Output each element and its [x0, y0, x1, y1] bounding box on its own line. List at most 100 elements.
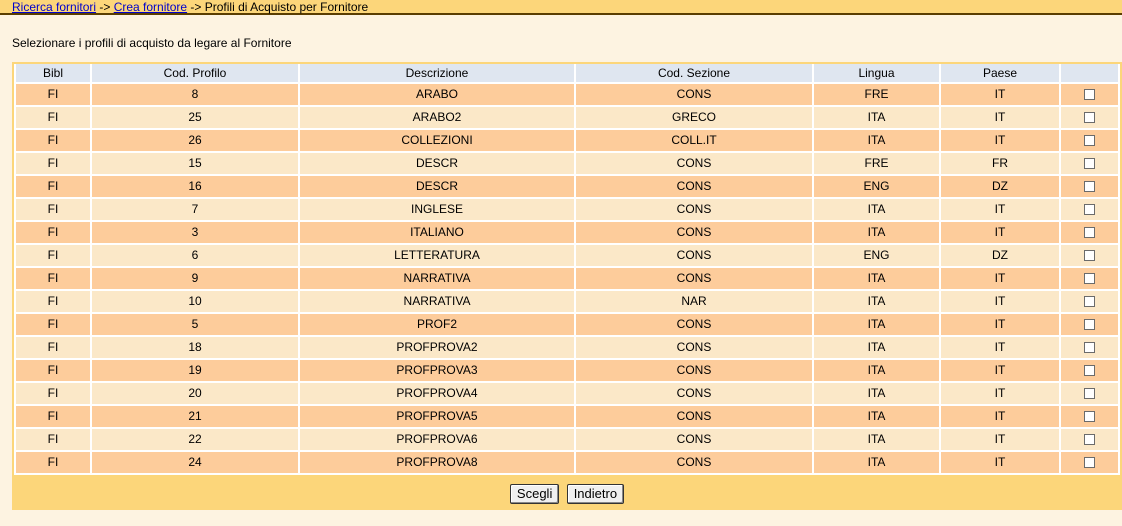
breadcrumb: Ricerca fornitori -> Crea fornitore -> P…: [0, 0, 1122, 15]
table-row: FI 24 PROFPROVA8 CONS ITA IT: [16, 452, 1118, 475]
select-checkbox[interactable]: [1084, 158, 1095, 170]
cell-bibl: FI: [16, 429, 90, 452]
select-checkbox[interactable]: [1084, 181, 1095, 193]
cell-lingua: ITA: [814, 199, 939, 222]
cell-paese: IT: [941, 130, 1059, 153]
cell-descrizione: PROFPROVA4: [300, 383, 574, 406]
cell-lingua: ITA: [814, 337, 939, 360]
profiles-table: Bibl Cod. Profilo Descrizione Cod. Sezio…: [14, 64, 1120, 475]
cell-lingua: ITA: [814, 429, 939, 452]
cell-paese: IT: [941, 84, 1059, 107]
cell-select: [1061, 406, 1118, 429]
cell-cod-sezione: CONS: [576, 429, 812, 452]
cell-cod-sezione: COLL.IT: [576, 130, 812, 153]
cell-cod-profilo: 8: [92, 84, 298, 107]
cell-bibl: FI: [16, 176, 90, 199]
cell-paese: DZ: [941, 245, 1059, 268]
indietro-button[interactable]: Indietro: [566, 484, 625, 504]
cell-lingua: ITA: [814, 383, 939, 406]
cell-cod-profilo: 7: [92, 199, 298, 222]
scegli-button[interactable]: Scegli: [509, 484, 560, 504]
table-row: FI 20 PROFPROVA4 CONS ITA IT: [16, 383, 1118, 406]
cell-descrizione: PROF2: [300, 314, 574, 337]
cell-cod-sezione: CONS: [576, 406, 812, 429]
cell-cod-profilo: 26: [92, 130, 298, 153]
cell-lingua: ITA: [814, 291, 939, 314]
cell-cod-sezione: CONS: [576, 314, 812, 337]
cell-lingua: ITA: [814, 406, 939, 429]
instruction-text: Selezionare i profili di acquisto da leg…: [12, 36, 292, 50]
cell-lingua: ITA: [814, 268, 939, 291]
table-row: FI 3 ITALIANO CONS ITA IT: [16, 222, 1118, 245]
select-checkbox[interactable]: [1084, 250, 1095, 262]
select-checkbox[interactable]: [1084, 227, 1095, 239]
cell-cod-profilo: 22: [92, 429, 298, 452]
cell-select: [1061, 383, 1118, 406]
table-row: FI 18 PROFPROVA2 CONS ITA IT: [16, 337, 1118, 360]
table-header-row: Bibl Cod. Profilo Descrizione Cod. Sezio…: [16, 64, 1118, 84]
cell-cod-profilo: 20: [92, 383, 298, 406]
cell-select: [1061, 130, 1118, 153]
cell-paese: IT: [941, 107, 1059, 130]
cell-paese: IT: [941, 314, 1059, 337]
column-header-descrizione: Descrizione: [300, 64, 574, 84]
cell-paese: FR: [941, 153, 1059, 176]
cell-cod-profilo: 19: [92, 360, 298, 383]
breadcrumb-link-ricerca-fornitori[interactable]: Ricerca fornitori: [12, 0, 96, 14]
cell-cod-sezione: CONS: [576, 84, 812, 107]
cell-cod-profilo: 3: [92, 222, 298, 245]
cell-bibl: FI: [16, 452, 90, 475]
cell-cod-sezione: CONS: [576, 268, 812, 291]
cell-paese: DZ: [941, 176, 1059, 199]
cell-bibl: FI: [16, 153, 90, 176]
cell-cod-sezione: CONS: [576, 245, 812, 268]
cell-descrizione: NARRATIVA: [300, 291, 574, 314]
cell-bibl: FI: [16, 199, 90, 222]
cell-bibl: FI: [16, 406, 90, 429]
table-row: FI 19 PROFPROVA3 CONS ITA IT: [16, 360, 1118, 383]
select-checkbox[interactable]: [1084, 434, 1095, 446]
select-checkbox[interactable]: [1084, 89, 1095, 101]
column-header-cod-sezione: Cod. Sezione: [576, 64, 812, 84]
select-checkbox[interactable]: [1084, 204, 1095, 216]
cell-select: [1061, 84, 1118, 107]
cell-cod-sezione: CONS: [576, 452, 812, 475]
select-checkbox[interactable]: [1084, 296, 1095, 308]
cell-bibl: FI: [16, 291, 90, 314]
cell-paese: IT: [941, 406, 1059, 429]
cell-select: [1061, 176, 1118, 199]
cell-cod-sezione: CONS: [576, 383, 812, 406]
column-header-paese: Paese: [941, 64, 1059, 84]
select-checkbox[interactable]: [1084, 411, 1095, 423]
cell-paese: IT: [941, 222, 1059, 245]
cell-descrizione: NARRATIVA: [300, 268, 574, 291]
select-checkbox[interactable]: [1084, 273, 1095, 285]
cell-descrizione: ARABO2: [300, 107, 574, 130]
select-checkbox[interactable]: [1084, 135, 1095, 147]
cell-cod-sezione: CONS: [576, 176, 812, 199]
select-checkbox[interactable]: [1084, 342, 1095, 354]
cell-select: [1061, 337, 1118, 360]
cell-bibl: FI: [16, 360, 90, 383]
cell-select: [1061, 107, 1118, 130]
cell-cod-sezione: CONS: [576, 222, 812, 245]
table-row: FI 26 COLLEZIONI COLL.IT ITA IT: [16, 130, 1118, 153]
cell-lingua: ITA: [814, 222, 939, 245]
select-checkbox[interactable]: [1084, 388, 1095, 400]
cell-cod-sezione: CONS: [576, 199, 812, 222]
table-row: FI 5 PROF2 CONS ITA IT: [16, 314, 1118, 337]
cell-lingua: ENG: [814, 245, 939, 268]
cell-cod-profilo: 10: [92, 291, 298, 314]
select-checkbox[interactable]: [1084, 457, 1095, 469]
cell-cod-sezione: CONS: [576, 337, 812, 360]
cell-cod-profilo: 5: [92, 314, 298, 337]
column-header-cod-profilo: Cod. Profilo: [92, 64, 298, 84]
table-row: FI 6 LETTERATURA CONS ENG DZ: [16, 245, 1118, 268]
column-header-bibl: Bibl: [16, 64, 90, 84]
select-checkbox[interactable]: [1084, 112, 1095, 124]
select-checkbox[interactable]: [1084, 365, 1095, 377]
cell-cod-sezione: GRECO: [576, 107, 812, 130]
table-row: FI 21 PROFPROVA5 CONS ITA IT: [16, 406, 1118, 429]
breadcrumb-link-crea-fornitore[interactable]: Crea fornitore: [114, 0, 187, 14]
select-checkbox[interactable]: [1084, 319, 1095, 331]
